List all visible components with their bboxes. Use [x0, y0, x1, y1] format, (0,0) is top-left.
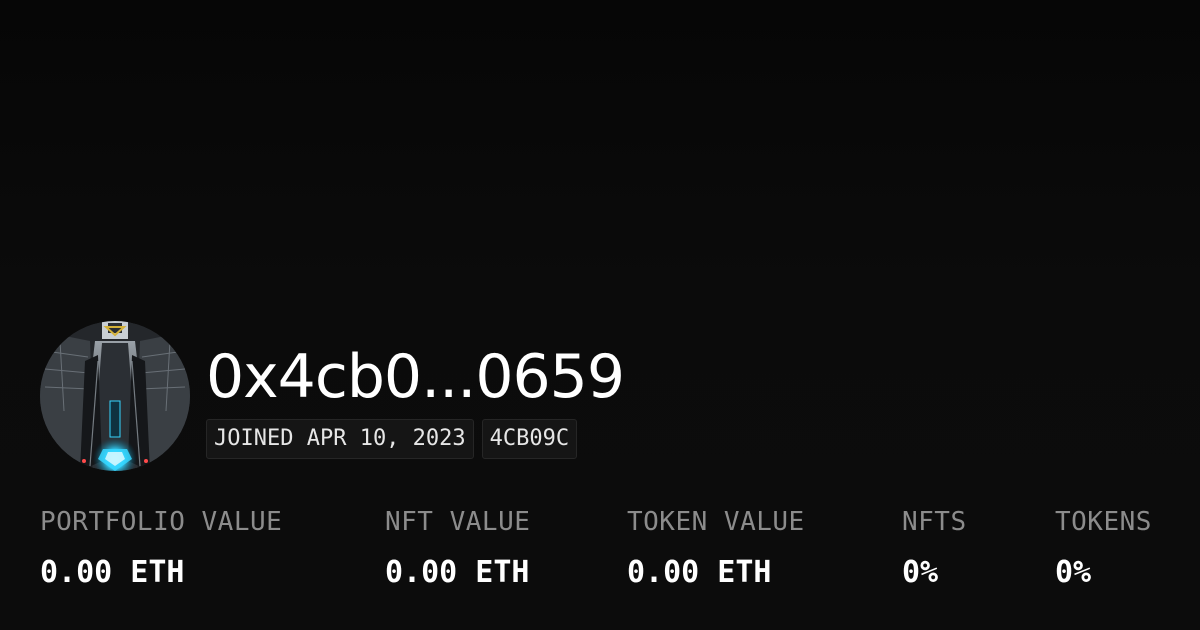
stat-value: 0.00 ETH	[627, 555, 772, 590]
stat-value: 0%	[902, 555, 939, 590]
stat-value: 0.00 ETH	[40, 555, 185, 590]
stat-label: NFT VALUE	[385, 507, 531, 537]
avatar-image	[40, 321, 190, 471]
joined-date-badge: JOINED APR 10, 2023	[206, 419, 474, 459]
stat-label: PORTFOLIO VALUE	[40, 507, 283, 537]
stat-value: 0.00 ETH	[385, 555, 530, 590]
stat-tokens: TOKENS 0%	[1055, 505, 1152, 591]
wallet-address: 0x4cb0...0659	[206, 342, 625, 412]
profile-tags: JOINED APR 10, 2023 4CB09C	[206, 419, 578, 459]
stat-portfolio-value: PORTFOLIO VALUE 0.00 ETH	[40, 505, 282, 591]
avatar	[40, 321, 190, 471]
short-id-badge: 4CB09C	[481, 419, 578, 459]
stat-label: TOKENS	[1055, 507, 1152, 537]
stat-token-value: TOKEN VALUE 0.00 ETH	[627, 505, 805, 591]
stat-value: 0%	[1055, 555, 1092, 590]
stat-nft-value: NFT VALUE 0.00 ETH	[385, 505, 530, 591]
profile-card: 0x4cb0...0659 JOINED APR 10, 2023 4CB09C…	[0, 0, 1200, 630]
stat-label: TOKEN VALUE	[627, 507, 805, 537]
stat-label: NFTS	[902, 507, 967, 537]
stat-nfts: NFTS 0%	[902, 505, 967, 591]
